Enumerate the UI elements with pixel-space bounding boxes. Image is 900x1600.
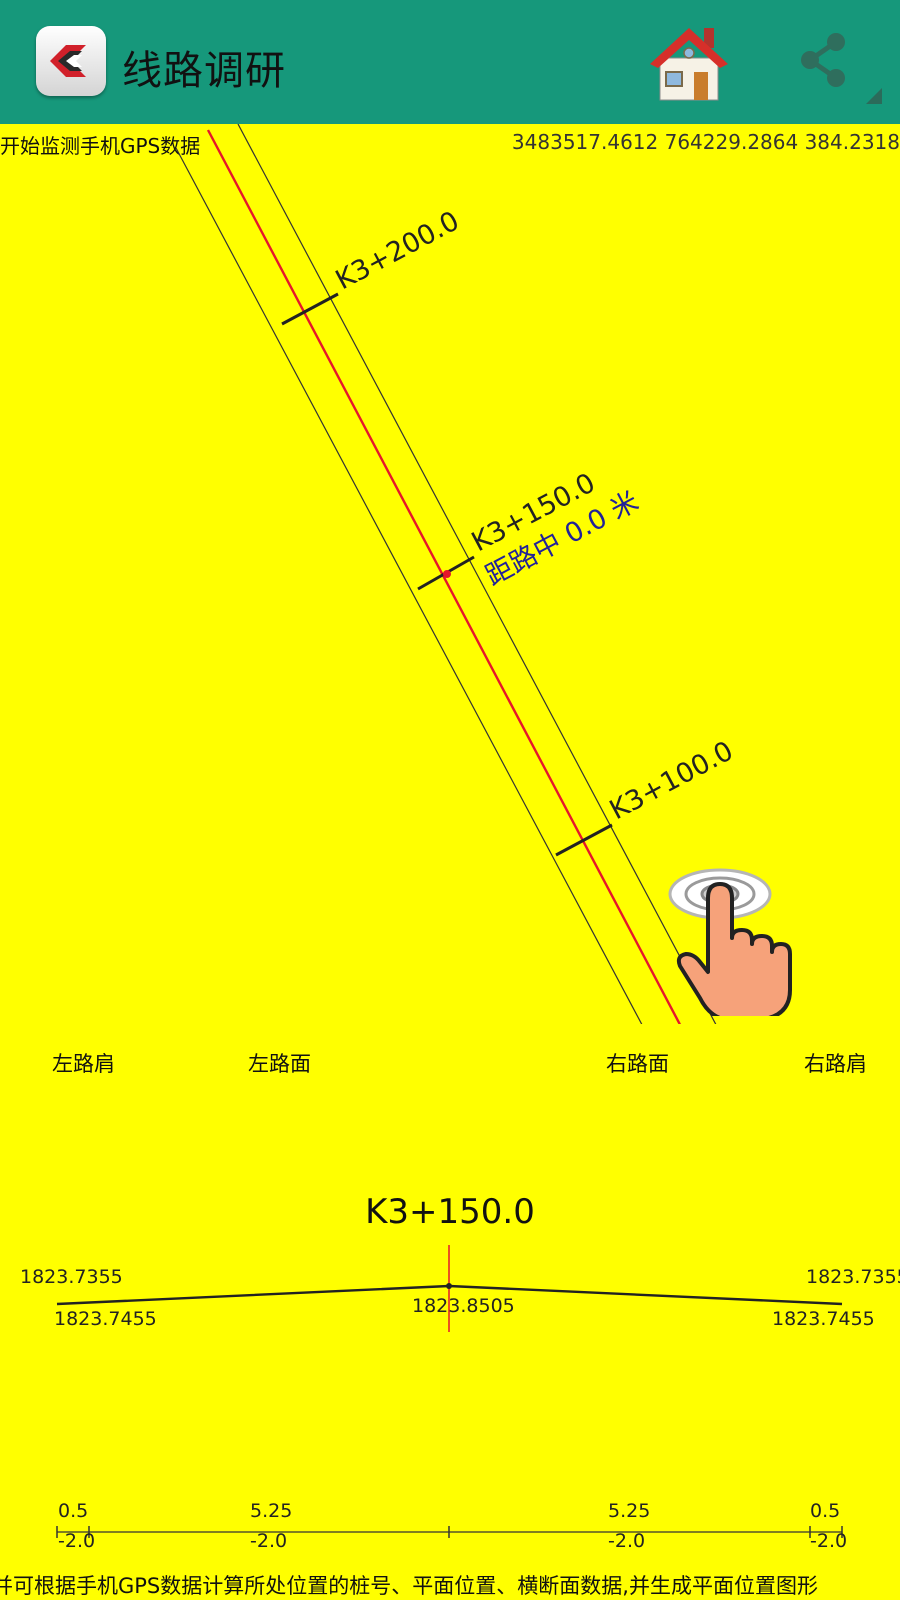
station-tick <box>555 823 613 857</box>
share-button[interactable] <box>796 30 858 96</box>
elevation-left-top: 1823.7355 <box>20 1266 123 1288</box>
app-bar: 线路调研 <box>0 0 900 124</box>
lane-label-left-shoulder: 左路肩 <box>52 1052 115 1076</box>
touch-hand-icon[interactable] <box>668 866 818 1022</box>
home-button[interactable] <box>646 20 732 106</box>
cross-section-station: K3+150.0 <box>365 1192 535 1232</box>
feature-description: 并可根据手机GPS数据计算所处位置的桩号、平面位置、横断面数据,并生成平面位置图… <box>0 1574 818 1598</box>
width-value: 0.5 <box>810 1500 841 1522</box>
station-label-k3-200: K3+200.0 <box>331 206 465 297</box>
lane-label-right-shoulder: 右路肩 <box>804 1052 867 1076</box>
left-road-edge <box>175 147 643 1024</box>
station-label-k3-100: K3+100.0 <box>605 736 739 827</box>
width-value: 0.5 <box>58 1500 89 1522</box>
slope-value: -2.0 <box>250 1530 288 1552</box>
width-value: 5.25 <box>250 1500 293 1522</box>
station-tick <box>281 292 339 326</box>
slope-value: -2.0 <box>608 1530 646 1552</box>
section-center-point <box>446 1283 452 1289</box>
right-road-edge <box>237 124 717 1024</box>
current-position-marker <box>443 570 451 578</box>
app-title: 线路调研 <box>122 48 286 94</box>
elevation-right-bottom: 1823.7455 <box>772 1308 875 1330</box>
app-logo-icon <box>36 26 106 96</box>
slope-value: -2.0 <box>58 1530 96 1552</box>
share-icon <box>801 33 845 87</box>
width-value: 5.25 <box>608 1500 651 1522</box>
elevation-center: 1823.8505 <box>412 1295 515 1317</box>
lane-label-left-pavement: 左路面 <box>248 1052 311 1076</box>
home-icon <box>650 28 728 101</box>
lane-label-right-pavement: 右路面 <box>606 1052 669 1076</box>
slope-value: -2.0 <box>810 1530 848 1552</box>
elevation-left-bottom: 1823.7455 <box>54 1308 157 1330</box>
elevation-right-top: 1823.7355 <box>806 1266 900 1288</box>
overflow-menu-indicator[interactable] <box>866 88 882 104</box>
